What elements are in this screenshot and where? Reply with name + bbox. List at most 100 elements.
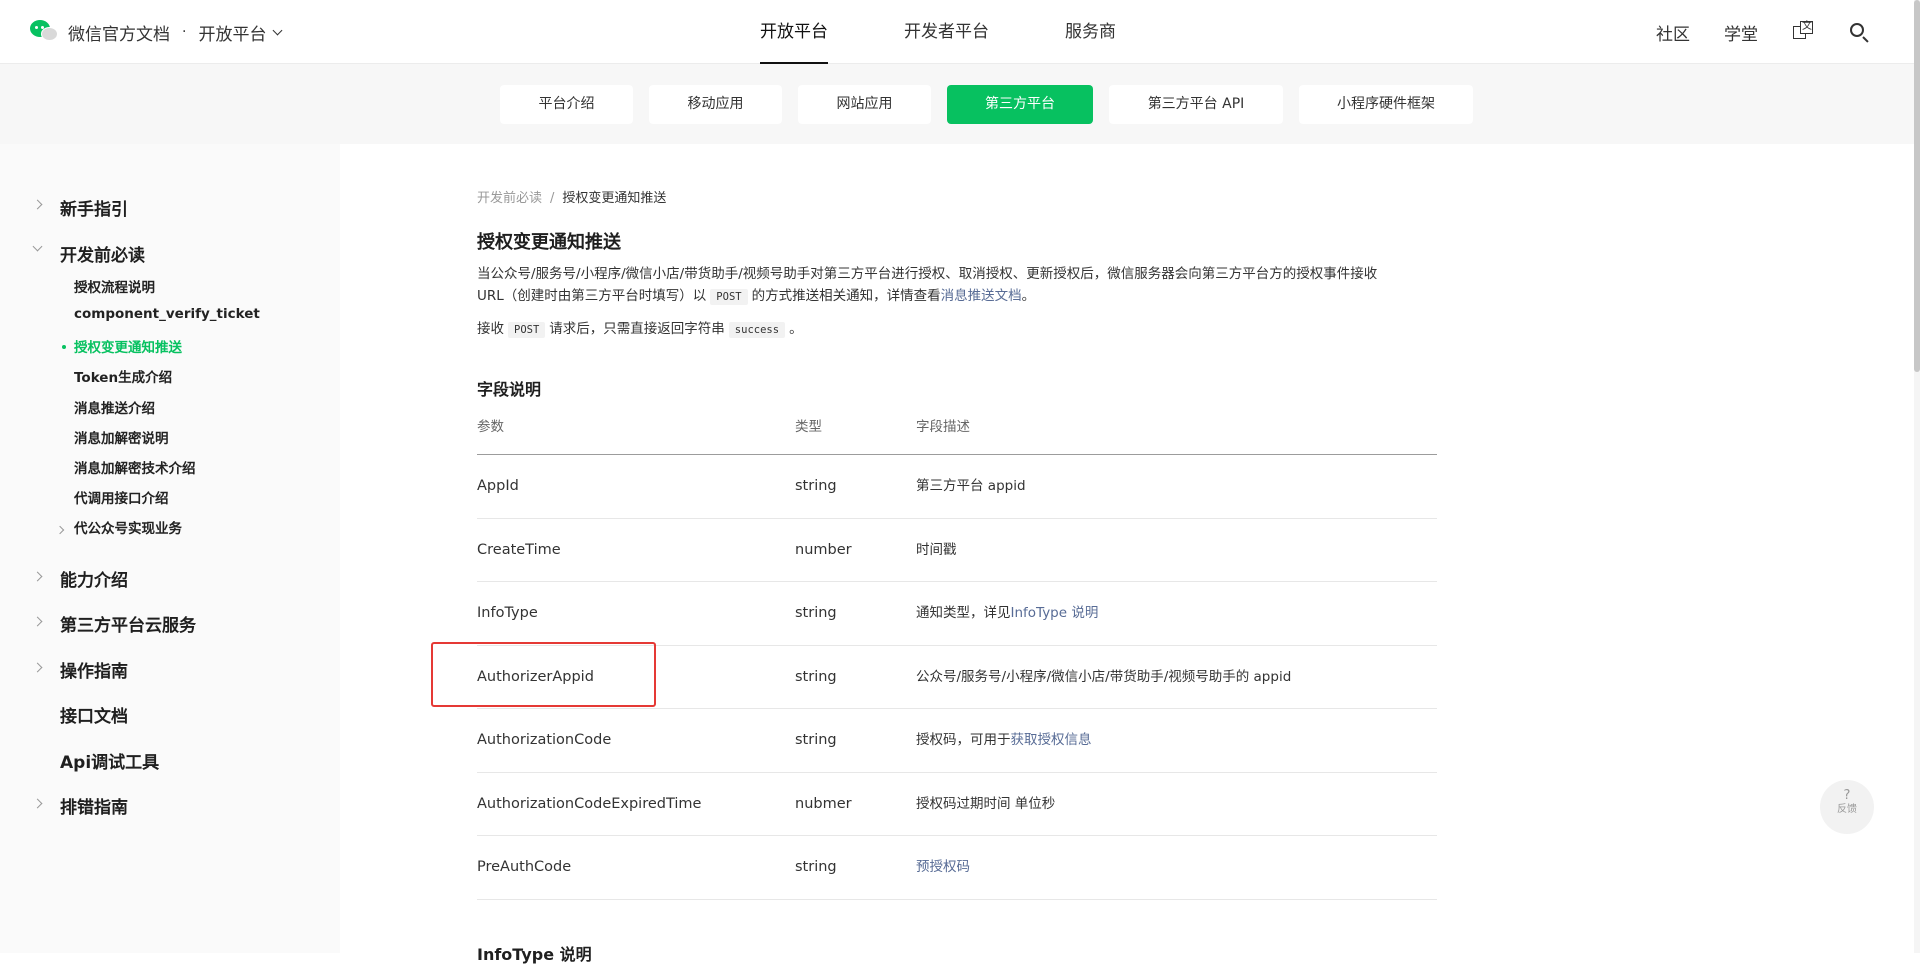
chevron-down-icon	[273, 25, 283, 35]
subtab-third-party-platform[interactable]: 第三方平台	[947, 85, 1093, 124]
breadcrumb-parent[interactable]: 开发前必读	[477, 191, 542, 206]
intro-text-b: 的方式推送相关通知，详情查看	[751, 288, 941, 304]
main-tabs: 开放平台 开发者平台 服务商	[760, 0, 1192, 64]
table-row: AppId string 第三方平台 appid	[477, 455, 1437, 519]
active-bullet-icon	[62, 345, 66, 349]
platform-dropdown[interactable]: 开放平台	[198, 20, 283, 45]
cell-param: CreateTime	[477, 541, 561, 558]
breadcrumb-current: 授权变更通知推送	[562, 191, 667, 206]
table-row: AuthorizationCodeExpiredTime nubmer 授权码过…	[477, 773, 1437, 836]
cell-desc: 授权码过期时间 单位秒	[916, 795, 1056, 812]
subtab-mobile-app[interactable]: 移动应用	[649, 85, 782, 124]
table-row: CreateTime number 时间戳	[477, 519, 1437, 582]
intro-paragraph: 当公众号/服务号/小程序/微信小店/带货助手/视频号助手对第三方平台进行授权、取…	[477, 263, 1437, 308]
brand[interactable]: 微信官方文档 · 开放平台	[30, 19, 283, 45]
chevron-right-icon	[32, 616, 43, 627]
infotype-link[interactable]: InfoType 说明	[1011, 605, 1099, 621]
cell-desc: 时间戳	[916, 541, 957, 558]
sidebar-item-auth-flow[interactable]: 授权流程说明	[74, 276, 155, 296]
feedback-label: 反馈	[1837, 804, 1857, 815]
page-title: 授权变更通知推送	[477, 232, 621, 253]
post-code: POST	[710, 289, 748, 305]
cell-type: string	[795, 859, 837, 875]
intro-text-a: URL（创建时由第三方平台时填写）以	[477, 288, 707, 304]
chevron-right-icon	[32, 571, 43, 582]
intro-line-1: 当公众号/服务号/小程序/微信小店/带货助手/视频号助手对第三方平台进行授权、取…	[477, 266, 1378, 282]
tab-service-provider[interactable]: 服务商	[1065, 0, 1116, 64]
intro-line-2: URL（创建时由第三方平台时填写）以 POST 的方式推送相关通知，详情查看消息推送…	[477, 285, 1437, 308]
cell-desc: 第三方平台 appid	[916, 478, 1026, 494]
chevron-right-icon	[55, 525, 65, 535]
cell-desc: 公众号/服务号/小程序/微信小店/带货助手/视频号助手的 appid	[916, 668, 1292, 685]
header-param: 参数	[477, 419, 504, 435]
scroll-thumb[interactable]	[1914, 0, 1920, 372]
sidebar-item-beginner-guide[interactable]: 新手指引	[60, 195, 128, 220]
highlight-annotation-box	[431, 642, 656, 707]
sidebar-item-api-docs[interactable]: 接口文档	[60, 702, 128, 727]
search-icon[interactable]	[1848, 21, 1870, 43]
brand-separator: ·	[182, 24, 187, 40]
sidebar-item-proxy-api[interactable]: 代调用接口介绍	[74, 487, 169, 507]
infotype-heading: InfoType 说明	[477, 945, 592, 964]
pre-auth-code-link[interactable]: 预授权码	[916, 859, 970, 875]
tab-open-platform[interactable]: 开放平台	[760, 0, 828, 64]
subtab-platform-intro[interactable]: 平台介绍	[500, 85, 633, 124]
community-link[interactable]: 社区	[1656, 20, 1690, 45]
translate-icon[interactable]: 文	[1792, 21, 1814, 43]
reply-paragraph: 接收 POST 请求后，只需直接返回字符串 success。	[477, 318, 1437, 341]
sidebar-item-cloud[interactable]: 第三方平台云服务	[60, 611, 196, 636]
sidebar-item-auth-change-push[interactable]: 授权变更通知推送	[74, 336, 182, 356]
tab-developer-platform[interactable]: 开发者平台	[904, 0, 989, 64]
platform-label: 开放平台	[198, 24, 267, 45]
sidebar-item-ops-guide[interactable]: 操作指南	[60, 657, 128, 682]
cell-param: AuthorizationCode	[477, 732, 612, 748]
chevron-down-icon	[32, 241, 43, 252]
sidebar-item-verify-ticket[interactable]: component_verify_ticket	[74, 306, 260, 322]
chevron-right-icon	[32, 199, 43, 210]
header-desc: 字段描述	[916, 419, 970, 435]
feedback-button[interactable]: ? 反馈	[1820, 780, 1874, 834]
sidebar-item-msg-push[interactable]: 消息推送介绍	[74, 397, 155, 417]
section-title: 字段说明	[477, 380, 542, 399]
chevron-right-icon	[32, 798, 43, 809]
wechat-logo-icon	[30, 20, 60, 44]
cell-desc: 预授权码	[916, 836, 970, 899]
post-code: POST	[508, 322, 546, 338]
sidebar-item-troubleshoot[interactable]: 排错指南	[60, 793, 128, 818]
sidebar-item-msg-crypto-tech[interactable]: 消息加解密技术介绍	[74, 457, 196, 477]
breadcrumb-separator: /	[550, 191, 555, 206]
cell-desc-text: 授权码，可用于	[916, 732, 1011, 748]
page-scrollbar[interactable]	[1914, 0, 1920, 953]
subtab-third-party-api[interactable]: 第三方平台 API	[1109, 85, 1283, 124]
breadcrumb: 开发前必读 / 授权变更通知推送	[477, 187, 666, 206]
sidebar-item-capabilities[interactable]: 能力介绍	[60, 566, 128, 591]
sidebar-item-proxy-business[interactable]: 代公众号实现业务	[74, 517, 182, 537]
cell-type: string	[795, 668, 837, 685]
subtab-website-app[interactable]: 网站应用	[798, 85, 931, 124]
cell-param: AppId	[477, 478, 519, 494]
reply-text-a: 接收	[477, 321, 504, 337]
cell-param: InfoType	[477, 605, 538, 621]
right-nav: 社区 学堂 文	[1622, 0, 1870, 64]
table-row: InfoType string 通知类型，详见InfoType 说明	[477, 582, 1437, 646]
cell-param: AuthorizationCodeExpiredTime	[477, 795, 702, 812]
get-auth-info-link[interactable]: 获取授权信息	[1011, 732, 1092, 748]
subtab-miniprogram-hardware[interactable]: 小程序硬件框架	[1299, 85, 1473, 124]
table-row: PreAuthCode string 预授权码	[477, 836, 1437, 900]
cell-type: string	[795, 478, 837, 494]
intro-text-c: 。	[1021, 288, 1036, 304]
cell-type: nubmer	[795, 795, 852, 812]
top-navbar: 微信官方文档 · 开放平台 开放平台 开发者平台 服务商 社区 学堂 文	[0, 0, 1920, 64]
cell-desc: 授权码，可用于获取授权信息	[916, 709, 1092, 772]
sidebar-item-api-debug[interactable]: Api调试工具	[60, 748, 159, 773]
cell-desc: 通知类型，详见InfoType 说明	[916, 582, 1098, 645]
academy-link[interactable]: 学堂	[1724, 20, 1758, 45]
brand-title[interactable]: 微信官方文档	[68, 20, 170, 45]
cell-type: number	[795, 541, 852, 558]
reply-text-b: 请求后，只需直接返回字符串	[549, 321, 725, 337]
cell-type: string	[795, 732, 837, 748]
sidebar-item-msg-crypto[interactable]: 消息加解密说明	[74, 427, 169, 447]
sidebar-item-pre-dev[interactable]: 开发前必读	[60, 241, 145, 266]
sidebar-item-token[interactable]: Token生成介绍	[74, 366, 172, 386]
msg-push-doc-link[interactable]: 消息推送文档	[941, 288, 1022, 304]
